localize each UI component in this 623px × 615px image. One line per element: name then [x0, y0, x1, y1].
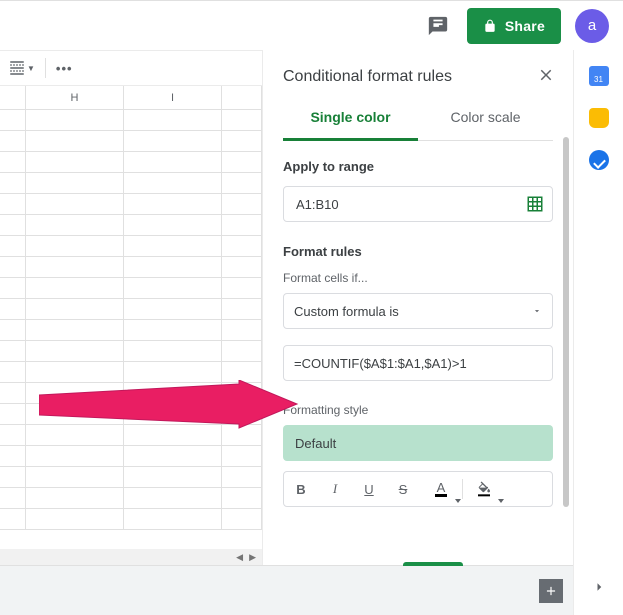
formula-field[interactable]: =COUNTIF($A$1:$A1,$A1)>1 [283, 345, 553, 381]
bold-button[interactable]: B [284, 472, 318, 506]
italic-button[interactable]: I [318, 472, 352, 506]
chevron-down-icon [532, 304, 542, 319]
format-rules-label: Format rules [283, 244, 553, 259]
spreadsheet-grid[interactable]: H I ◀ ▶ [0, 86, 262, 565]
format-toolbar: B I U S A [283, 471, 553, 507]
keep-icon[interactable] [589, 108, 609, 128]
toolbar-more-button[interactable]: ••• [54, 59, 75, 78]
share-label: Share [505, 18, 545, 34]
condition-select[interactable]: Custom formula is [283, 293, 553, 329]
borders-button[interactable]: ▼ [6, 57, 37, 79]
range-input[interactable] [294, 196, 524, 213]
column-header-h[interactable]: H [26, 86, 124, 109]
comments-button[interactable] [423, 11, 453, 41]
side-rail [573, 50, 623, 615]
explore-button[interactable] [539, 579, 563, 603]
scroll-right-icon[interactable]: ▶ [249, 552, 256, 563]
fill-color-button[interactable] [463, 472, 505, 506]
share-button[interactable]: Share [467, 8, 561, 44]
avatar-letter: a [588, 17, 596, 34]
paint-bucket-icon [476, 481, 492, 497]
text-color-button[interactable]: A [420, 472, 462, 506]
chevron-down-icon [498, 499, 504, 503]
scroll-left-icon[interactable]: ◀ [236, 552, 243, 563]
formula-value: =COUNTIF($A$1:$A1,$A1)>1 [294, 356, 467, 371]
panel-title: Conditional format rules [283, 68, 452, 86]
lock-icon [483, 19, 497, 33]
select-range-icon[interactable] [524, 193, 546, 215]
panel-tabs: Single color Color scale [283, 97, 553, 141]
apply-to-range-label: Apply to range [283, 159, 553, 174]
column-header-blank [0, 86, 26, 109]
account-avatar[interactable]: a [575, 9, 609, 43]
format-cells-if-label: Format cells if... [283, 271, 553, 285]
grid-rows[interactable] [0, 110, 262, 530]
column-header-next[interactable] [222, 86, 262, 109]
header-bar: Share a [0, 0, 623, 50]
panel-scrollbar[interactable] [563, 137, 569, 507]
formatting-style-label: Formatting style [283, 403, 553, 417]
tab-single-color[interactable]: Single color [283, 97, 418, 141]
style-preview[interactable]: Default [283, 425, 553, 461]
tasks-icon[interactable] [589, 150, 609, 170]
underline-button[interactable]: U [352, 472, 386, 506]
condition-value: Custom formula is [294, 304, 399, 319]
done-button-peek[interactable] [403, 562, 463, 566]
style-preview-text: Default [295, 436, 336, 451]
toolbar-divider [45, 58, 46, 78]
chevron-down-icon [455, 499, 461, 503]
close-panel-button[interactable] [537, 66, 555, 87]
horizontal-scrollbar[interactable]: ◀ ▶ [0, 549, 262, 565]
conditional-format-panel: Conditional format rules Single color Co… [262, 50, 573, 565]
strikethrough-button[interactable]: S [386, 472, 420, 506]
calendar-icon[interactable] [589, 66, 609, 86]
tab-color-scale[interactable]: Color scale [418, 97, 553, 140]
collapse-rail-button[interactable] [590, 578, 608, 615]
plus-icon [544, 584, 558, 598]
range-field[interactable] [283, 186, 553, 222]
column-header-i[interactable]: I [124, 86, 222, 109]
bottom-bar [0, 565, 573, 615]
